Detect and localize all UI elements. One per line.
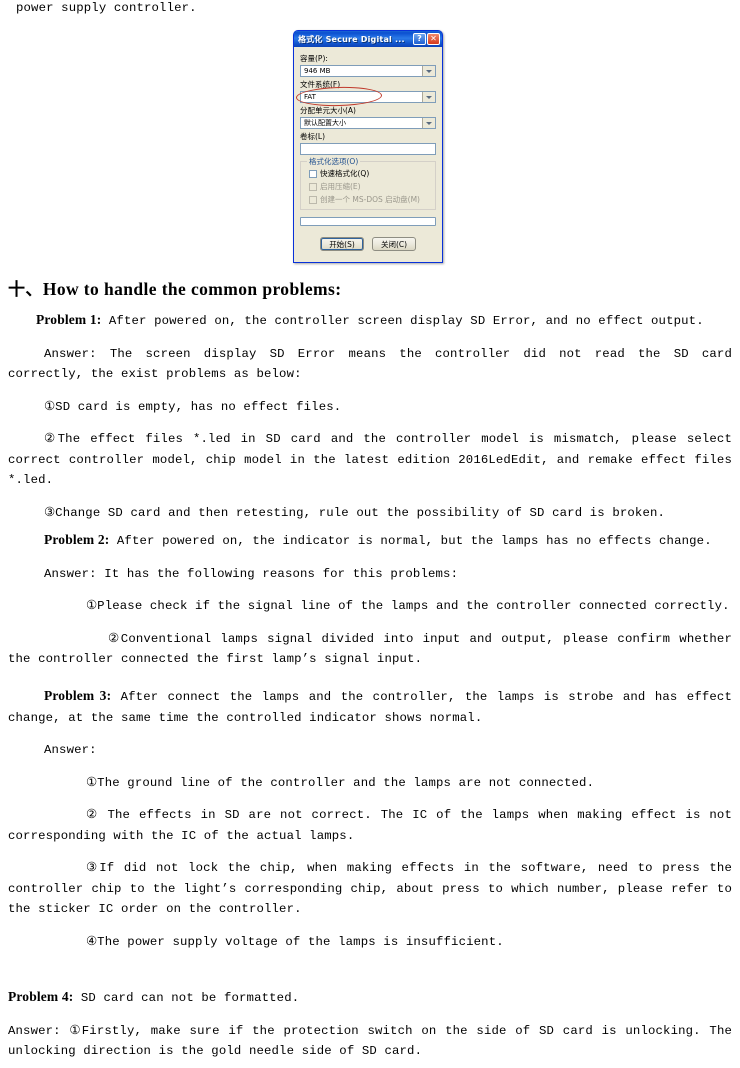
problem-1-answer: Answer: The screen display SD Error mean… xyxy=(8,346,732,382)
problem-4-block: Problem 4: SD card can not be formatted.… xyxy=(0,987,740,1062)
problem-2-text: After powered on, the indicator is norma… xyxy=(109,534,712,548)
format-options-group: 格式化选项(O) 快速格式化(Q) 启用压缩(E) 创建一个 MS-DOS 启动… xyxy=(300,156,436,210)
allocation-size-label: 分配单元大小(A) xyxy=(300,106,356,115)
problem-3-item-3: ③If did not lock the chip, when making e… xyxy=(8,861,732,916)
page-title: 十、How to handle the common problems: xyxy=(8,275,341,300)
problem-3-statement: Problem 3: After connect the lamps and t… xyxy=(0,686,740,728)
filesystem-select[interactable]: FAT xyxy=(300,91,436,103)
dialog-title: 格式化 Secure Digital ... xyxy=(298,34,405,44)
problem-4-answer: Answer: ①Firstly, make sure if the prote… xyxy=(8,1023,732,1059)
problem-1-item-3: ③Change SD card and then retesting, rule… xyxy=(44,505,666,520)
problem-1-block: Problem 1: After powered on, the control… xyxy=(0,310,740,523)
problem-3-item-4: ④The power supply voltage of the lamps i… xyxy=(86,934,504,949)
allocation-size-select[interactable]: 默认配置大小 xyxy=(300,117,436,129)
capacity-label: 容量(P): xyxy=(300,54,328,63)
volume-label-label: 卷标(L) xyxy=(300,132,326,141)
problem-3-item-1: ①The ground line of the controller and t… xyxy=(86,775,595,790)
problem-3-item-2: ② The effects in SD are not correct. The… xyxy=(8,808,732,843)
problem-1-item-2: ②The effect files *.led in SD card and t… xyxy=(8,432,732,487)
enable-compression-row: 启用压缩(E) xyxy=(309,181,431,192)
problem-3-block: Problem 3: After connect the lamps and t… xyxy=(0,686,740,952)
help-icon[interactable]: ? xyxy=(413,33,426,45)
problem-4-label: Problem 4: xyxy=(8,989,74,1004)
problem-1-statement: Problem 1: After powered on, the control… xyxy=(0,310,740,332)
filesystem-value: FAT xyxy=(304,93,316,101)
problem-2-block: Problem 2: After powered on, the indicat… xyxy=(0,530,740,670)
dialog-titlebar: 格式化 Secure Digital ... ? ✕ xyxy=(294,31,442,47)
problem-2-label: Problem 2: xyxy=(44,532,110,547)
enable-compression-label: 启用压缩(E) xyxy=(320,182,361,191)
problem-3-text: After connect the lamps and the controll… xyxy=(8,690,732,725)
problem-1-text: After powered on, the controller screen … xyxy=(101,314,704,328)
close-button[interactable]: 关闭(C) xyxy=(372,237,416,251)
capacity-value: 946 MB xyxy=(304,67,331,75)
volume-label-input[interactable] xyxy=(300,143,436,155)
problem-1-label: Problem 1: xyxy=(36,312,102,327)
checkbox-icon xyxy=(309,182,317,191)
progress-bar xyxy=(300,217,436,226)
problem-3-label: Problem 3: xyxy=(44,688,112,703)
chevron-down-icon[interactable] xyxy=(422,118,435,128)
quick-format-row[interactable]: 快速格式化(Q) xyxy=(309,168,431,179)
problem-4-statement: Problem 4: SD card can not be formatted. xyxy=(0,987,740,1009)
problem-1-item-1: ①SD card is empty, has no effect files. xyxy=(44,399,342,414)
create-msdos-disk-row: 创建一个 MS-DOS 启动盘(M) xyxy=(309,194,431,205)
problem-2-item-1: ①Please check if the signal line of the … xyxy=(86,599,730,613)
close-icon[interactable]: ✕ xyxy=(427,33,440,45)
problem-3-answer: Answer: xyxy=(44,743,97,757)
dialog-body: 容量(P): 946 MB 文件系统(F) FAT 分配单元大小(A) 默认配置… xyxy=(294,47,442,255)
chevron-down-icon[interactable] xyxy=(422,66,435,76)
section-number: 十、 xyxy=(8,280,43,300)
problem-2-item-2: ②Conventional lamps signal divided into … xyxy=(8,631,732,667)
top-text-fragment: power supply controller. xyxy=(16,1,197,15)
dialog-button-row: 开始(S) 关闭(C) xyxy=(300,237,436,251)
problem-2-answer: Answer: It has the following reasons for… xyxy=(44,566,459,581)
checkbox-icon xyxy=(309,195,317,204)
capacity-select[interactable]: 946 MB xyxy=(300,65,436,77)
quick-format-label: 快速格式化(Q) xyxy=(320,169,370,178)
checkbox-icon[interactable] xyxy=(309,169,317,178)
document-page: power supply controller. 格式化 Secure Digi… xyxy=(0,0,740,1068)
filesystem-label: 文件系统(F) xyxy=(300,80,341,89)
problem-2-statement: Problem 2: After powered on, the indicat… xyxy=(0,530,740,552)
allocation-size-value: 默认配置大小 xyxy=(304,119,346,127)
start-button[interactable]: 开始(S) xyxy=(320,237,364,251)
chevron-down-icon[interactable] xyxy=(422,92,435,102)
format-dialog: 格式化 Secure Digital ... ? ✕ 容量(P): 946 MB… xyxy=(293,30,443,263)
format-options-title: 格式化选项(O) xyxy=(307,156,361,167)
problem-4-text: SD card can not be formatted. xyxy=(73,991,300,1005)
create-msdos-label: 创建一个 MS-DOS 启动盘(M) xyxy=(320,195,420,204)
section-title-text: How to handle the common problems: xyxy=(42,279,342,299)
